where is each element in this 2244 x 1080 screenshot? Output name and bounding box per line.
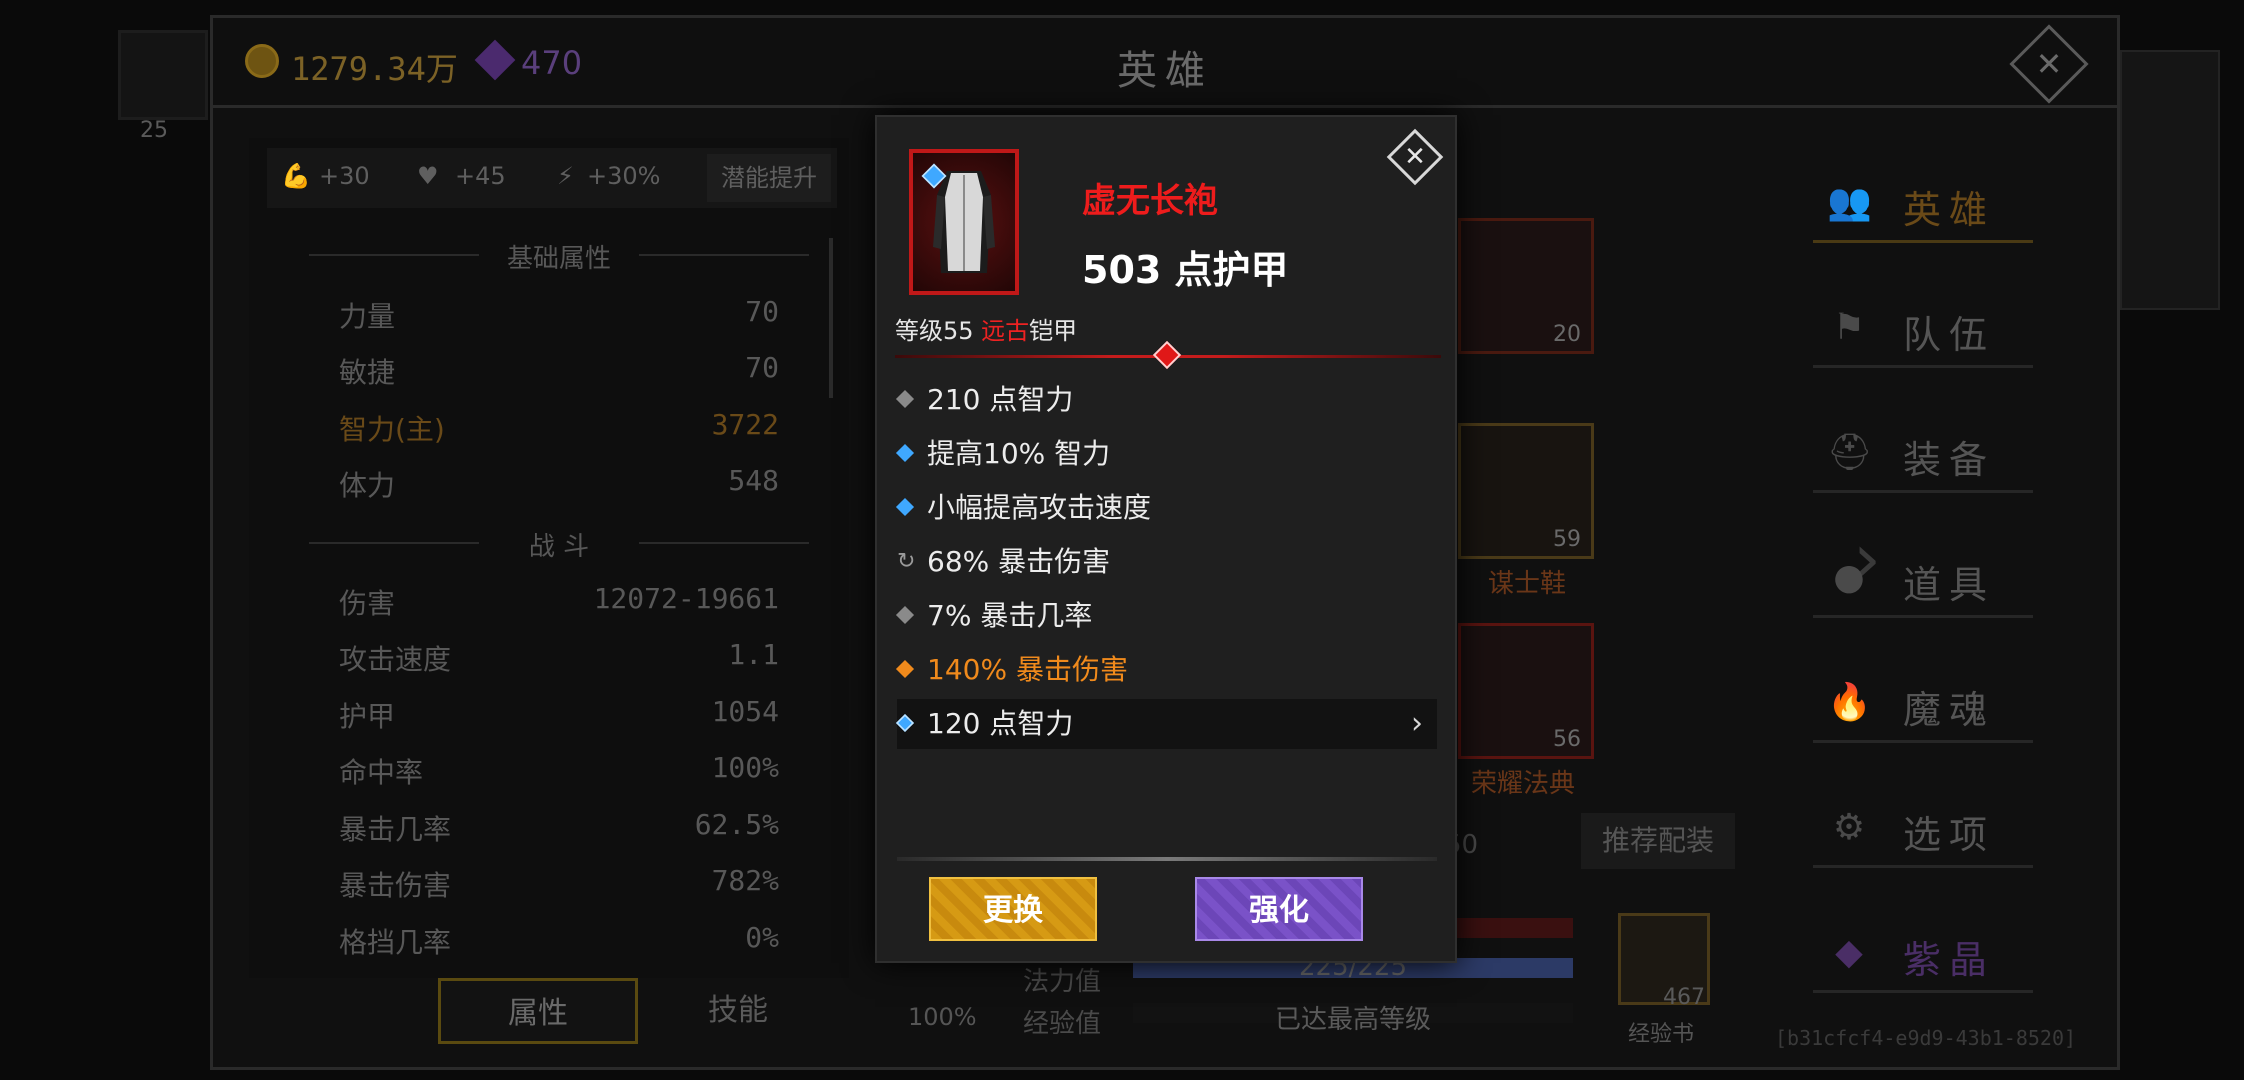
arm-icon: 💪 [281,162,311,190]
stat-row-main: 智力(主) 3722 [339,408,779,446]
enhance-button[interactable]: 强化 [1195,877,1363,941]
affix-row: 小幅提高攻击速度 [895,483,1437,533]
flag-icon: ⚑ [1832,307,1866,348]
boots-label: 谋士鞋 [1488,569,1567,599]
background-count: 25 [140,118,168,143]
chevron-right-icon: › [1411,706,1423,741]
divider [897,857,1437,861]
xp-book-label: 经验书 [1628,1022,1695,1047]
crystal-icon: ◆ [1835,932,1863,973]
window-title: 英雄 [1117,48,1213,94]
potential-power: +30 [319,162,370,190]
item-armor: 503 点护甲 [1082,248,1289,292]
item-icon [909,149,1019,295]
tab-skills[interactable]: 技能 [638,978,838,1044]
mana-label: 法力值 [1023,967,1102,997]
equip-slot-offhand[interactable]: 56 [1458,623,1594,759]
potential-speed: +30% [587,162,661,190]
background-skill-slot [118,30,208,120]
bag-icon: ● [1833,557,1865,598]
diamond-icon [895,497,915,517]
flame-icon: 🔥 [1827,682,1872,723]
stat-row: 力量 70 [339,295,779,333]
background-panel [2120,50,2220,310]
bottom-tabs: 属性 技能 [213,978,863,1048]
game-screen: 25 1279.34万 470 英雄 ✕ 💪 +30 ♥ +45 ⚡ +30% … [0,0,2244,1080]
affix-row-legendary: 140% 暴击伤害 [895,645,1437,695]
nav-team[interactable]: ⚑ 队伍 [1813,288,2033,368]
scrollbar[interactable] [829,238,833,398]
affix-row: 210 点智力 [895,375,1437,425]
affix-row: ↻ 68% 暴击伤害 [897,537,1437,587]
xp-value: 已达最高等级 [1274,1005,1431,1035]
gem-socket-row[interactable]: 120 点智力 › [895,699,1437,749]
stat-row: 敏捷 70 [339,351,779,389]
close-tooltip-button[interactable]: ✕ [1386,128,1444,186]
gear-icon: ⚙ [1832,807,1866,848]
robe-icon [933,171,995,273]
basic-attributes-header: 基础属性 [309,238,809,275]
equip-slot-boots[interactable]: 59 [1458,423,1594,559]
stat-row: 护甲 1054 [339,695,779,733]
potential-health: +45 [455,162,506,190]
equip-slot-helmet[interactable]: 20 [1458,218,1594,354]
stat-row: 格挡几率 0% [339,921,779,959]
item-rarity: 远古 [981,317,1030,345]
nav-hero[interactable]: 👥 英雄 [1813,163,2033,243]
divider-gem-icon [1152,340,1182,370]
affix-row: 提高10% 智力 [895,429,1437,479]
offhand-label: 荣耀法典 [1471,769,1576,799]
nav-items[interactable]: ● 道具 [1813,538,2033,618]
xp-label: 经验值 [1023,1009,1102,1039]
stat-row: 攻击速度 1.1 [339,638,779,676]
close-icon: ✕ [1404,142,1426,172]
top-bar: 1279.34万 470 英雄 ✕ [213,18,2117,108]
stat-row: 暴击几率 62.5% [339,808,779,846]
diamond-icon [895,443,915,463]
id-watermark: [b31cfcf4-e9d9-43b1-8520] [1775,1026,2077,1050]
tab-attributes[interactable]: 属性 [438,978,638,1044]
diamond-icon [895,659,915,679]
item-level: 等级55 远古铠甲 [895,317,1078,345]
nav-equipment[interactable]: ⛑ 装备 [1813,413,2033,493]
percent-label: 100% [908,1003,977,1031]
potential-upgrade-button[interactable]: 潜能提升 [707,154,831,202]
diamond-icon [895,389,915,409]
lightning-icon: ⚡ [557,162,574,190]
potential-row: 💪 +30 ♥ +45 ⚡ +30% 潜能提升 [267,148,837,208]
change-button[interactable]: 更换 [929,877,1097,941]
recommend-loadout-button[interactable]: 推荐配装 [1581,813,1735,869]
gem-icon [895,713,915,733]
right-nav: 👥 英雄 ⚑ 队伍 ⛑ 装备 ● 道具 🔥 魔魂 ⚙ 选项 ◆ 紫晶 [1763,108,2063,1058]
stat-row: 暴击伤害 782% [339,864,779,902]
stat-row: 体力 548 [339,464,779,502]
affix-row: 7% 暴击几率 [895,591,1437,641]
reroll-icon: ↻ [897,549,916,574]
xp-book-count: 467 [1663,985,1705,1010]
xp-bar: 已达最高等级 [1133,1003,1573,1035]
nav-souls[interactable]: 🔥 魔魂 [1813,663,2033,743]
close-icon: ✕ [2035,45,2063,83]
stat-row: 命中率 100% [339,751,779,789]
diamond-icon [895,605,915,625]
combat-header: 战 斗 [309,526,809,563]
hero-icon: 👥 [1827,182,1872,223]
stat-row: 伤害 12072-19661 [339,582,779,620]
heart-icon: ♥ [417,162,439,190]
nav-options[interactable]: ⚙ 选项 [1813,788,2033,868]
stats-panel: 💪 +30 ♥ +45 ⚡ +30% 潜能提升 基础属性 力量 70 敏捷 70 智… [249,138,849,978]
helmet-icon: ⛑ [1827,432,1873,473]
nav-amethyst[interactable]: ◆ 紫晶 [1813,913,2033,993]
item-tooltip: ✕ 虚无长袍 503 点护甲 等级55 远古铠甲 210 点智力 提高10% 智… [875,115,1457,963]
item-name: 虚无长袍 [1082,181,1218,221]
